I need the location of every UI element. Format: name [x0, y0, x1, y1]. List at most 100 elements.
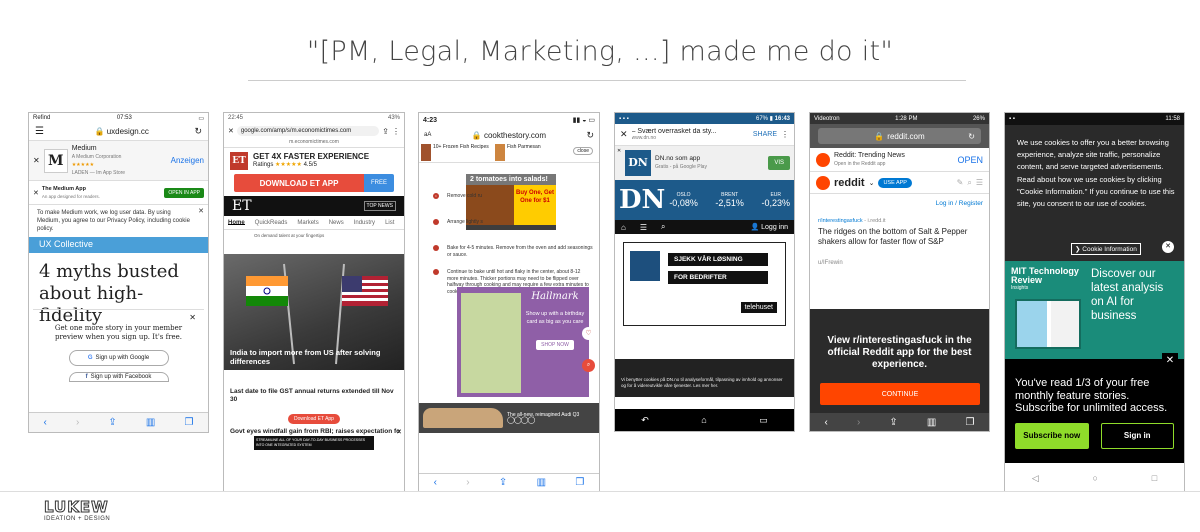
- back-icon[interactable]: ‹: [44, 417, 47, 428]
- story-headline[interactable]: Govt eyes windfall gain from RBI; raises…: [230, 428, 400, 435]
- close-icon[interactable]: ✕: [396, 428, 402, 436]
- address-bar[interactable]: google.com/amp/s/m.economictimes.com: [236, 126, 380, 136]
- bottom-ad[interactable]: STREAMLINE ALL OF YOUR DAY-TO-DAY BUSINE…: [254, 436, 374, 450]
- forward-icon[interactable]: ›: [466, 477, 469, 488]
- story-headline[interactable]: Last date to file GST annual returns ext…: [224, 370, 404, 414]
- share-icon[interactable]: ⇪: [499, 477, 507, 488]
- tab-quickreads[interactable]: QuickReads: [255, 220, 288, 226]
- use-app-button[interactable]: USE APP: [878, 177, 912, 188]
- menu-icon[interactable]: ☰: [976, 178, 983, 187]
- menu-icon[interactable]: ☰: [640, 223, 647, 232]
- search-icon[interactable]: ⌕: [967, 178, 971, 188]
- tabs-icon[interactable]: ❐: [965, 417, 974, 428]
- edit-icon[interactable]: ✎: [957, 178, 964, 187]
- close-ad-button[interactable]: ✕: [1162, 353, 1178, 369]
- reload-icon[interactable]: ↻: [194, 126, 202, 137]
- search-icon[interactable]: ⌕: [661, 222, 665, 232]
- ad-close-button[interactable]: close: [573, 147, 593, 155]
- cookie-info-link[interactable]: ❯ Cookie Information: [1071, 243, 1141, 255]
- login-link[interactable]: Log in / Register: [810, 194, 989, 218]
- view-app-link[interactable]: Anzeigen: [171, 156, 204, 165]
- ratings-label: Ratings: [253, 162, 274, 168]
- tab-list[interactable]: List: [385, 220, 394, 226]
- close-icon[interactable]: ✕: [617, 148, 621, 154]
- login-button[interactable]: 👤 Logg inn: [750, 223, 788, 231]
- share-icon[interactable]: ⇪: [108, 417, 116, 428]
- audi-ad[interactable]: The all-new, reimagined Audi Q3 ◯◯◯◯: [419, 403, 599, 433]
- top-ad[interactable]: 10+ Frozen Fish Recipes Fish Parmesan cl…: [419, 143, 599, 163]
- tab-news[interactable]: News: [329, 220, 344, 226]
- forward-icon[interactable]: ›: [76, 417, 79, 428]
- tab-industry[interactable]: Industry: [354, 220, 375, 226]
- chevron-down-icon[interactable]: ⌄: [869, 179, 875, 187]
- download-app-button[interactable]: DOWNLOAD ET APP: [234, 174, 364, 192]
- open-app-button[interactable]: OPEN: [957, 155, 983, 165]
- tabs-icon[interactable]: ❐: [575, 477, 584, 488]
- cookie-banner[interactable]: Vi benytter cookies på DN.no til analyse…: [615, 359, 794, 397]
- telia-ad[interactable]: SJEKK VÅR LØSNING FOR BEDRIFTER telehuse…: [623, 242, 786, 326]
- address-bar[interactable]: 🔒 reddit.com ↻: [818, 128, 981, 144]
- more-icon[interactable]: ⋮: [781, 130, 789, 139]
- close-icon[interactable]: ✕: [1162, 241, 1174, 253]
- address-bar[interactable]: 🔒 cookthestory.com: [435, 131, 582, 140]
- signin-button[interactable]: Sign in: [1100, 422, 1174, 449]
- close-icon[interactable]: ✕: [228, 127, 234, 135]
- open-in-app-button[interactable]: OPEN IN APP: [164, 187, 204, 198]
- close-icon[interactable]: ✕: [198, 208, 204, 216]
- collective-banner: UX Collective: [29, 237, 208, 253]
- post-title[interactable]: The ridges on the bottom of Salt & Peppe…: [810, 224, 989, 260]
- back-icon[interactable]: ↶: [641, 415, 649, 426]
- dn-logo: DN: [619, 185, 666, 215]
- heart-icon[interactable]: ♡: [582, 327, 595, 340]
- facebook-signup-button[interactable]: f Sign up with Facebook: [68, 372, 169, 382]
- tabs-icon[interactable]: ❐: [184, 417, 193, 428]
- back-icon[interactable]: ◁: [1032, 473, 1039, 484]
- post-user[interactable]: u/IFrewin: [810, 260, 989, 274]
- ai-ad[interactable]: MIT Technology Review Insights Discover …: [1005, 261, 1184, 359]
- hallmark-ad[interactable]: Hallmark Show up with a birthday card as…: [457, 287, 595, 397]
- back-icon[interactable]: ‹: [434, 477, 437, 488]
- bookmarks-icon[interactable]: ▥: [146, 417, 155, 428]
- close-icon[interactable]: ✕: [620, 129, 628, 140]
- download-app-small-button[interactable]: Download ET App: [288, 414, 340, 424]
- tab-markets[interactable]: Markets: [297, 220, 318, 226]
- search-icon[interactable]: ⌕: [582, 359, 595, 372]
- close-icon[interactable]: ✕: [189, 313, 196, 322]
- close-icon[interactable]: ✕: [33, 156, 40, 165]
- close-icon[interactable]: ✕: [33, 189, 39, 197]
- more-icon[interactable]: ⋮: [392, 127, 400, 136]
- share-icon[interactable]: ⇪: [382, 127, 389, 136]
- reload-icon[interactable]: ↻: [968, 132, 975, 141]
- top-news-button[interactable]: TOP NEWS: [363, 201, 396, 211]
- bookmarks-icon[interactable]: ▥: [927, 417, 936, 428]
- time-text: 1:28 PM: [895, 115, 918, 122]
- share-icon[interactable]: ⇪: [889, 417, 897, 428]
- recents-icon[interactable]: ▭: [759, 415, 768, 426]
- bookmarks-icon[interactable]: ▥: [537, 477, 546, 488]
- menu-icon[interactable]: ☰: [35, 126, 49, 137]
- address-bar[interactable]: 🔒 uxdesign.cc: [49, 127, 194, 136]
- subscribe-button[interactable]: Subscribe now: [1015, 422, 1089, 449]
- share-button[interactable]: SHARE: [753, 131, 777, 138]
- recents-icon[interactable]: □: [1152, 473, 1157, 483]
- time-text: 4:23: [423, 116, 438, 124]
- status-bar: 4:23 ▮▮ ◒ ▭: [419, 113, 599, 127]
- home-icon[interactable]: ⌂: [621, 223, 626, 232]
- home-icon[interactable]: ○: [1093, 473, 1098, 483]
- google-signup-button[interactable]: G Sign up with Google: [68, 350, 169, 366]
- continue-button[interactable]: CONTINUE: [820, 383, 980, 405]
- back-icon[interactable]: ‹: [825, 417, 828, 428]
- phone-uxdesign: Refind 07:53 ▭ ☰ 🔒 uxdesign.cc ↻ ✕ M Med…: [28, 112, 209, 433]
- home-icon[interactable]: ⌂: [701, 415, 706, 425]
- dn-header: DN OSLO -0,08% BRENT -2,51% EUR -0,23%: [615, 180, 794, 220]
- reddit-app-icon: [816, 152, 830, 167]
- reload-icon[interactable]: ↻: [586, 130, 594, 141]
- shop-now-button[interactable]: SHOP NOW: [536, 340, 574, 350]
- tab-home[interactable]: Home: [228, 220, 245, 226]
- forward-icon[interactable]: ›: [857, 417, 860, 428]
- phone-mittechreview: ▪ ▪ 11:58 We use cookies to offer you a …: [1004, 112, 1185, 492]
- story-headline[interactable]: India to import more from US after solvi…: [230, 348, 384, 366]
- view-button[interactable]: VIS: [768, 156, 790, 170]
- subreddit-link[interactable]: r/interestingasfuck: [818, 218, 863, 224]
- text-size-icon[interactable]: aA: [424, 132, 431, 138]
